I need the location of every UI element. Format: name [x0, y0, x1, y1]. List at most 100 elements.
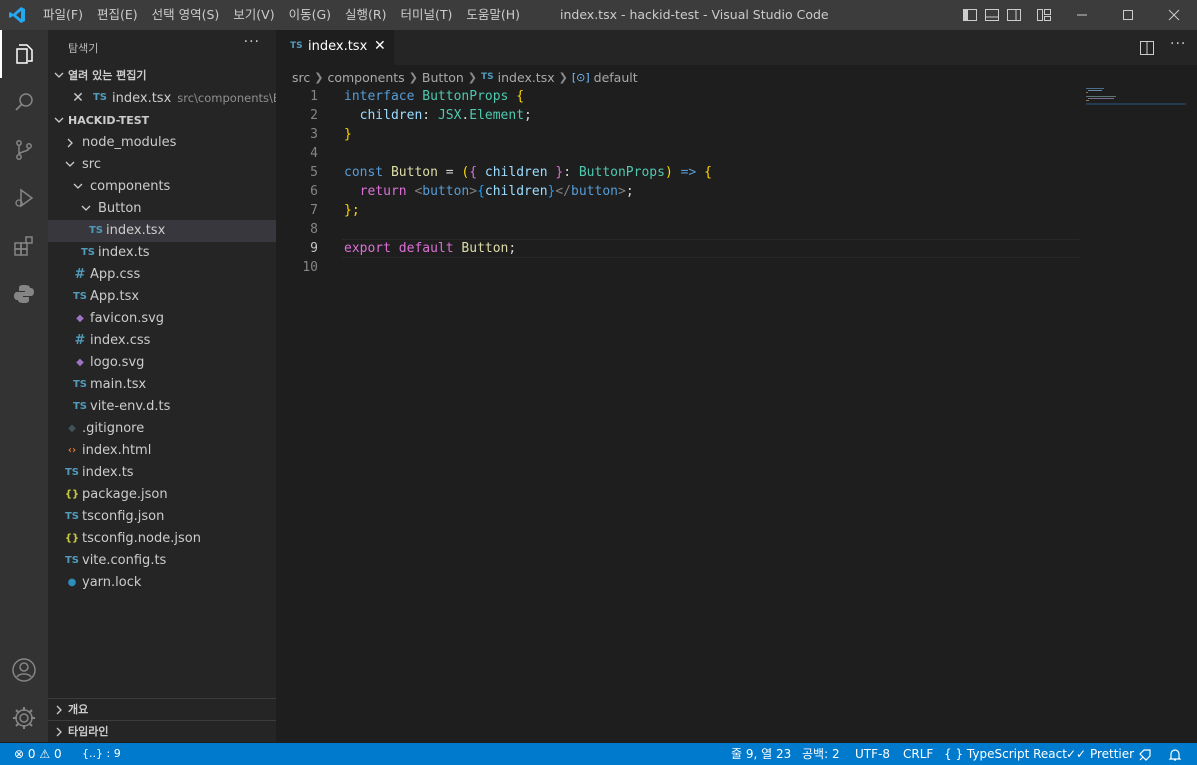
close-editor-icon[interactable]: ✕: [72, 87, 84, 109]
outline-header[interactable]: 개요: [48, 699, 276, 721]
tree-file[interactable]: # index.css: [48, 330, 276, 352]
python-icon[interactable]: [0, 270, 48, 318]
outline-section[interactable]: 개요: [48, 698, 276, 716]
tree-item-label: package.json: [82, 487, 168, 502]
tree-folder[interactable]: src: [48, 154, 276, 176]
tree-file[interactable]: ◆ .gitignore: [48, 418, 276, 440]
source-control-icon[interactable]: [0, 126, 48, 174]
project-label: HACKID-TEST: [68, 114, 150, 127]
close-icon[interactable]: [1151, 0, 1197, 30]
typescript-file-icon: TS: [64, 467, 80, 478]
tree-file[interactable]: ‹› index.html: [48, 440, 276, 462]
status-bar: ⊗ 0 ⚠ 0 {..} : 9 줄 9, 열 23 공백: 2 UTF-8 C…: [0, 743, 1197, 765]
tree-file[interactable]: {} package.json: [48, 484, 276, 506]
indentation[interactable]: 공백: 2: [802, 743, 840, 765]
explorer-sidebar: 탐색기 ··· 열려 있는 편집기 ✕ TS index.tsx src\comp…: [48, 30, 292, 742]
cursor-position[interactable]: 줄 9, 열 23: [731, 743, 791, 765]
activity-bar: [0, 30, 48, 742]
open-editor-item[interactable]: ✕ TS index.tsx src\components\B...: [48, 87, 292, 109]
minimap[interactable]: [1086, 86, 1186, 116]
tree-file[interactable]: TS tsconfig.json: [48, 506, 276, 528]
prettier-status[interactable]: ✓✓ Prettier: [1066, 743, 1134, 765]
tab-index-tsx[interactable]: TS index.tsx ✕: [276, 30, 394, 65]
css-file-icon: #: [74, 333, 86, 348]
open-editors-header[interactable]: 열려 있는 편집기: [48, 65, 276, 87]
editor-scrollbar[interactable]: [1183, 65, 1197, 742]
timeline-header[interactable]: 타임라인: [48, 721, 276, 743]
code-line-2: children: JSX.Element;: [359, 108, 532, 123]
tree-file[interactable]: TS vite.config.ts: [48, 550, 276, 572]
run-debug-icon[interactable]: [0, 174, 48, 222]
settings-gear-icon[interactable]: [0, 694, 48, 742]
menu-help[interactable]: 도움말(H): [459, 0, 527, 30]
search-icon[interactable]: [0, 78, 48, 126]
tree-folder[interactable]: node_modules: [48, 132, 276, 154]
maximize-icon[interactable]: [1105, 0, 1151, 30]
tree-file[interactable]: ◆ favicon.svg: [48, 308, 276, 330]
breadcrumb-file[interactable]: index.tsx: [498, 70, 555, 85]
close-tab-icon[interactable]: ✕: [374, 38, 386, 54]
tree-item-label: App.tsx: [90, 289, 140, 304]
window-title: index.tsx - hackid-test - Visual Studio …: [560, 7, 829, 22]
chevron-right-icon: ❯: [408, 70, 418, 84]
code-line-6: return <button>{children}</button>;: [359, 184, 634, 199]
check-double-icon: ✓✓: [1066, 747, 1087, 761]
encoding[interactable]: UTF-8: [855, 743, 890, 765]
menu-edit[interactable]: 편집(E): [90, 0, 145, 30]
toggle-panel-icon[interactable]: [984, 7, 1000, 23]
typescript-file-icon: TS: [88, 225, 104, 236]
account-icon[interactable]: [0, 646, 48, 694]
bracket-indicator[interactable]: {..} : 9: [82, 743, 121, 765]
toggle-sidebar-icon[interactable]: [962, 7, 978, 23]
extensions-icon[interactable]: [0, 222, 48, 270]
tree-item-label: tsconfig.json: [82, 509, 165, 524]
tree-file[interactable]: TS index.tsx: [48, 220, 276, 242]
line-number: 5: [310, 165, 318, 180]
sidebar-more-icon[interactable]: ···: [244, 34, 260, 50]
project-header[interactable]: HACKID-TEST: [48, 110, 276, 132]
feedback-icon[interactable]: [1138, 743, 1152, 765]
menu-terminal[interactable]: 터미널(T): [394, 0, 460, 30]
tree-item-label: .gitignore: [82, 421, 145, 436]
minimize-icon[interactable]: [1059, 0, 1105, 30]
menu-view[interactable]: 보기(V): [226, 0, 281, 30]
problems-indicator[interactable]: ⊗ 0 ⚠ 0: [14, 743, 62, 765]
language-mode[interactable]: { } TypeScript React: [944, 743, 1067, 765]
language-label: TypeScript React: [966, 747, 1067, 761]
tree-file[interactable]: {} tsconfig.node.json: [48, 528, 276, 550]
breadcrumb-button[interactable]: Button: [422, 70, 464, 85]
customize-layout-icon[interactable]: [1036, 7, 1052, 23]
tree-folder[interactable]: components: [48, 176, 276, 198]
tree-file[interactable]: TS index.ts: [48, 242, 276, 264]
split-editor-icon[interactable]: [1140, 40, 1154, 59]
tree-file[interactable]: # App.css: [48, 264, 276, 286]
menu-go[interactable]: 이동(G): [282, 0, 338, 30]
end-of-line[interactable]: CRLF: [903, 743, 933, 765]
typescript-file-icon: TS: [64, 555, 80, 566]
tree-file[interactable]: TS vite-env.d.ts: [48, 396, 276, 418]
tree-item-label: index.ts: [98, 245, 150, 260]
tree-file[interactable]: TS index.ts: [48, 462, 276, 484]
breadcrumb-src[interactable]: src: [292, 70, 310, 85]
chevron-right-icon: ❯: [314, 70, 324, 84]
tree-file[interactable]: TS App.tsx: [48, 286, 276, 308]
tree-folder[interactable]: Button: [48, 198, 276, 220]
menu-run[interactable]: 실행(R): [338, 0, 393, 30]
editor-more-icon[interactable]: ···: [1170, 36, 1186, 52]
title-bar: 파일(F) 편집(E) 선택 영역(S) 보기(V) 이동(G) 실행(R) 터…: [0, 0, 1197, 30]
tree-file[interactable]: ◆ logo.svg: [48, 352, 276, 374]
breadcrumb-components[interactable]: components: [327, 70, 404, 85]
timeline-section[interactable]: 타임라인: [48, 720, 276, 738]
menu-file[interactable]: 파일(F): [36, 0, 90, 30]
html-file-icon: ‹›: [67, 445, 77, 456]
editor-area: TS index.tsx ✕ ··· src ❯ components ❯ Bu…: [276, 30, 1197, 742]
toggle-secondary-sidebar-icon[interactable]: [1006, 7, 1022, 23]
tree-item-label: main.tsx: [90, 377, 147, 392]
explorer-icon[interactable]: [0, 30, 48, 78]
menu-selection[interactable]: 선택 영역(S): [145, 0, 227, 30]
tree-file[interactable]: ● yarn.lock: [48, 572, 276, 594]
tree-file[interactable]: TS main.tsx: [48, 374, 276, 396]
tree-item-label: favicon.svg: [90, 311, 165, 326]
breadcrumb-symbol[interactable]: default: [594, 70, 638, 85]
notifications-bell-icon[interactable]: [1168, 743, 1182, 765]
